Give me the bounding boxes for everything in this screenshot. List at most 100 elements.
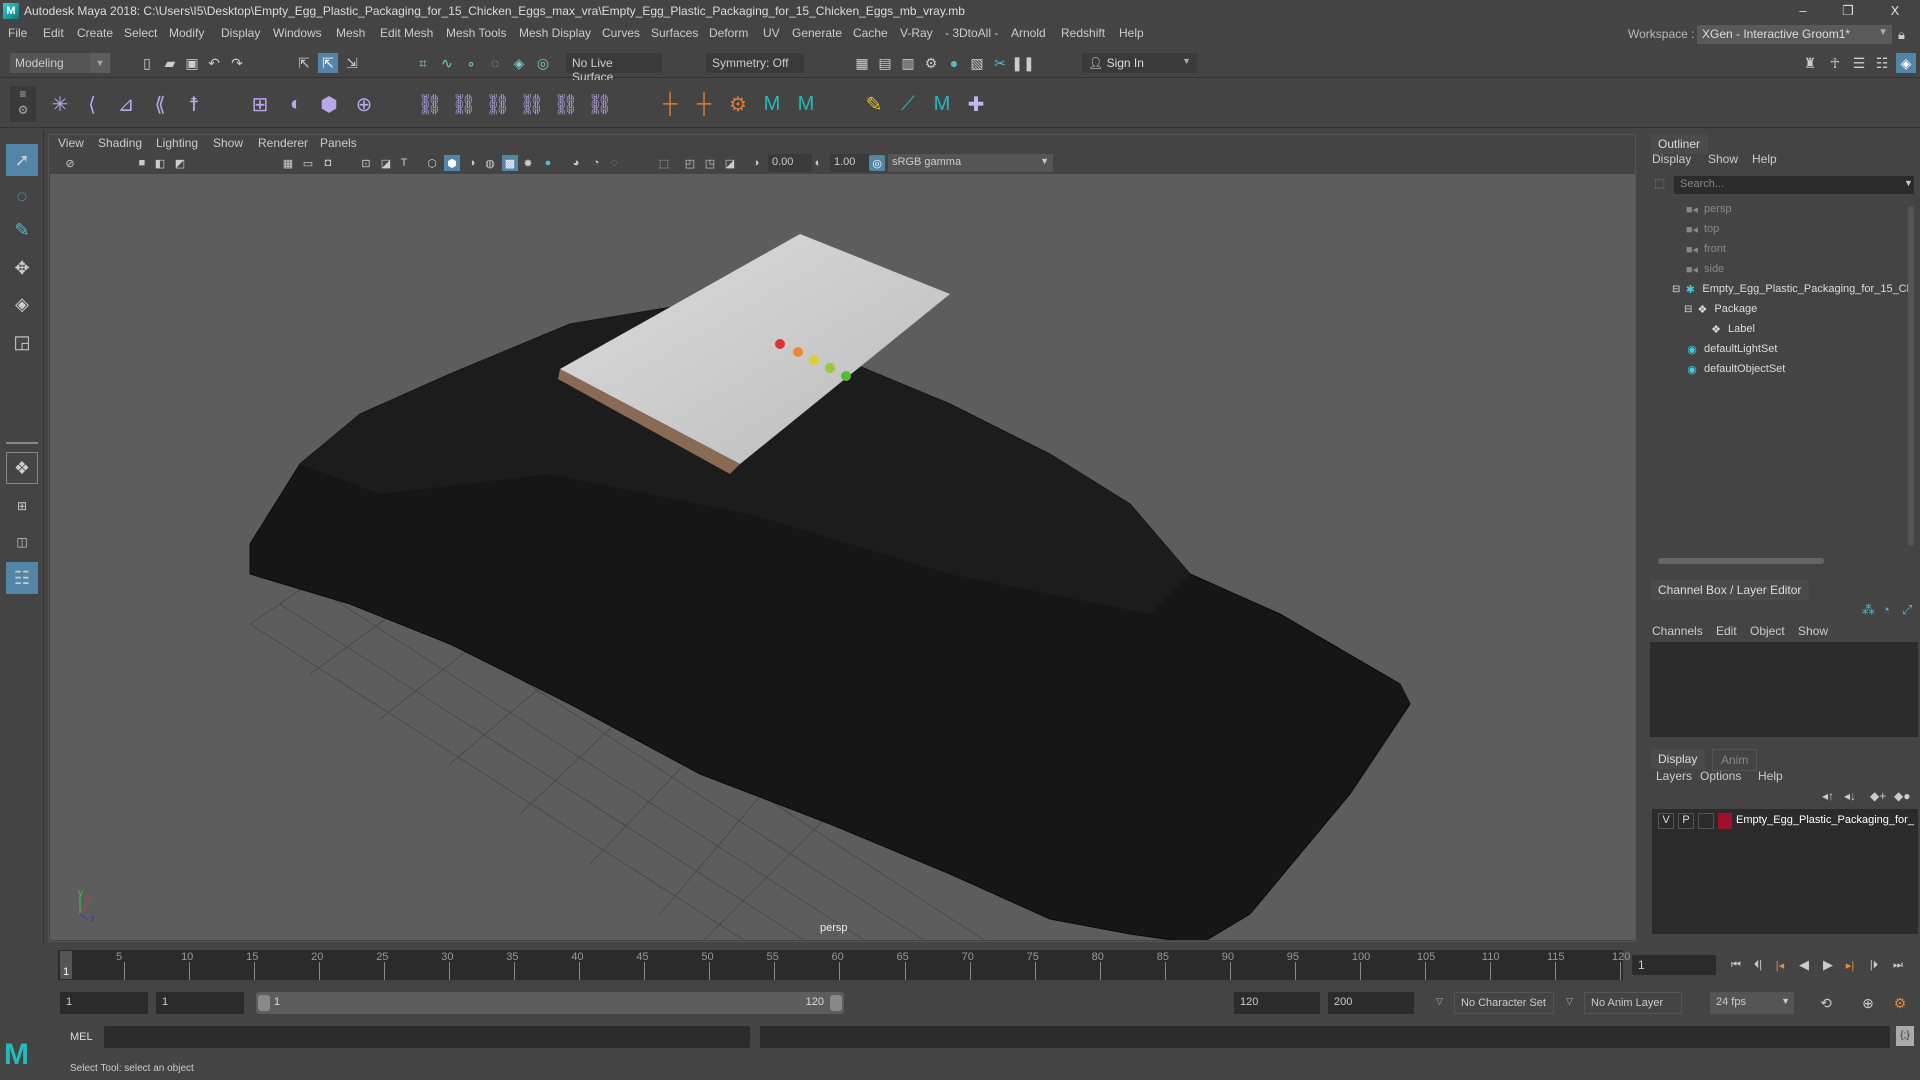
outliner-item-defaultobjectset[interactable]: ◉ defaultObjectSet xyxy=(1684,360,1785,378)
layer-name[interactable]: Empty_Egg_Plastic_Packaging_for_ xyxy=(1736,814,1914,826)
snap-surface-icon[interactable]: ◈ xyxy=(509,53,529,73)
chevron-down-icon[interactable]: ▽ xyxy=(1566,996,1573,1007)
outliner-item-label[interactable]: ❖ Label xyxy=(1708,320,1755,338)
select-hierarchy-icon[interactable]: ⇱ xyxy=(294,53,314,73)
layer-visibility-toggle[interactable]: V xyxy=(1658,813,1674,829)
image-plane-icon[interactable]: ◩ xyxy=(172,155,188,171)
snap-curve-icon[interactable]: ∿ xyxy=(437,53,457,73)
locator-constraint-icon[interactable]: ┼ xyxy=(690,90,718,118)
maya-m-icon[interactable]: M xyxy=(758,90,786,118)
filter-icon[interactable]: ⬚ xyxy=(1654,176,1665,190)
modeling-toolkit-icon[interactable]: ♜ xyxy=(1800,53,1820,73)
snap-live-icon[interactable]: ◎ xyxy=(533,53,553,73)
vp-menu-renderer[interactable]: Renderer xyxy=(258,136,308,150)
render-sequence-icon[interactable]: ▤ xyxy=(875,53,895,73)
vp-menu-lighting[interactable]: Lighting xyxy=(156,136,198,150)
use-all-lights-icon[interactable]: ▩ xyxy=(502,155,518,171)
parent-constraint-icon[interactable]: ⛓ xyxy=(416,90,444,118)
field-chart-icon[interactable]: ⊡ xyxy=(358,155,374,171)
mel-input[interactable] xyxy=(104,1026,750,1048)
menu-surfaces[interactable]: Surfaces xyxy=(651,26,698,40)
scale-tool-icon[interactable]: ◲ xyxy=(6,326,38,358)
aim-constraint-icon[interactable]: ⛓ xyxy=(552,90,580,118)
new-layer-selected-icon[interactable]: ◆● xyxy=(1894,789,1910,803)
outliner-tab[interactable]: Outliner xyxy=(1650,134,1709,154)
sculpt-icon[interactable]: ⟋ xyxy=(894,90,922,118)
character-icon[interactable]: ⚙ xyxy=(724,90,752,118)
shelf-tabs-button[interactable]: ≡ ⚙ xyxy=(10,86,36,122)
pin-icon[interactable]: ✚ xyxy=(962,90,990,118)
outliner-item-front[interactable]: ■◂ front xyxy=(1684,240,1726,258)
lattice-icon[interactable]: ⬢ xyxy=(315,90,343,118)
script-editor-icon[interactable]: {;} xyxy=(1896,1026,1914,1046)
layer-editor-icon[interactable]: ◔ xyxy=(1882,602,1890,617)
snap-grid-icon[interactable]: ⌗ xyxy=(413,53,433,73)
move-tool-icon[interactable]: ✥ xyxy=(6,252,38,284)
menu-create[interactable]: Create xyxy=(77,26,113,40)
current-frame-field[interactable]: 1 xyxy=(1632,955,1716,975)
anti-aliasing-icon[interactable]: ◔ xyxy=(588,155,604,171)
vp-menu-panels[interactable]: Panels xyxy=(320,136,357,150)
scale-constraint-icon[interactable]: ⛓ xyxy=(518,90,546,118)
new-scene-icon[interactable]: ▯ xyxy=(137,53,157,73)
channel-box-icon[interactable]: ◈ xyxy=(1896,53,1916,73)
wireframe-icon[interactable]: ⬡ xyxy=(424,155,440,171)
color-space-dropdown[interactable]: sRGB gamma ▼ xyxy=(888,154,1053,172)
film-gate-icon[interactable]: ▭ xyxy=(300,155,316,171)
animation-start-field[interactable]: 1 xyxy=(60,992,148,1014)
vray-icon[interactable]: ✂ xyxy=(990,53,1010,73)
isolate-select-icon[interactable]: ⬚ xyxy=(656,155,672,171)
menu-uv[interactable]: UV xyxy=(763,26,780,40)
orient-constraint-icon[interactable]: ⛓ xyxy=(484,90,512,118)
outliner-horizontal-scrollbar[interactable] xyxy=(1658,558,1824,564)
menu-mesh-tools[interactable]: Mesh Tools xyxy=(446,26,506,40)
exposure-field[interactable]: 0.00 xyxy=(768,154,812,172)
menu-deform[interactable]: Deform xyxy=(709,26,748,40)
lock-icon[interactable]: 🔒︎ xyxy=(1898,27,1905,43)
character-set-dropdown[interactable]: No Character Set xyxy=(1454,992,1554,1014)
menu-3dtoall[interactable]: - 3DtoAll - xyxy=(945,26,998,40)
vp-menu-view[interactable]: View xyxy=(58,136,84,150)
menu-select[interactable]: Select xyxy=(124,26,157,40)
cluster-icon[interactable]: ⊞ xyxy=(246,90,274,118)
layer-display-type-toggle[interactable] xyxy=(1698,813,1714,829)
select-camera-icon[interactable]: ⊘ xyxy=(62,155,78,171)
menu-cache[interactable]: Cache xyxy=(853,26,888,40)
point-constraint-icon[interactable]: ⛓ xyxy=(450,90,478,118)
rotate-tool-icon[interactable]: ◈ xyxy=(6,288,38,320)
outliner-item-side[interactable]: ■◂ side xyxy=(1684,260,1724,278)
select-component-icon[interactable]: ⇲ xyxy=(342,53,362,73)
xray-icon[interactable]: ◰ xyxy=(682,155,698,171)
shadows-icon[interactable]: ✸ xyxy=(520,155,536,171)
outliner-vertical-scrollbar[interactable] xyxy=(1908,206,1914,546)
cb-menu-show[interactable]: Show xyxy=(1798,624,1828,638)
mel-label[interactable]: MEL xyxy=(70,1031,93,1043)
layer-tab-display[interactable]: Display xyxy=(1650,749,1706,769)
ik-spline-icon[interactable]: ⊿ xyxy=(112,90,140,118)
outliner-menu-show[interactable]: Show xyxy=(1708,152,1738,166)
go-to-end-icon[interactable]: ⏭ xyxy=(1888,955,1908,975)
cb-menu-channels[interactable]: Channels xyxy=(1652,624,1703,638)
menu-edit[interactable]: Edit xyxy=(43,26,64,40)
channel-box-icon[interactable]: ⁂ xyxy=(1862,602,1875,618)
step-back-key-icon[interactable]: ⏴| xyxy=(1748,955,1768,975)
vp-menu-shading[interactable]: Shading xyxy=(98,136,142,150)
live-surface-field[interactable]: No Live Surface xyxy=(566,53,662,84)
menu-modify[interactable]: Modify xyxy=(169,26,204,40)
paint-weights-icon[interactable]: ✎ xyxy=(860,90,888,118)
outliner-layout-icon[interactable]: ☷ xyxy=(6,562,38,594)
resolution-gate-icon[interactable]: ◘ xyxy=(320,155,336,171)
fps-dropdown[interactable]: 24 fps ▼ xyxy=(1710,992,1794,1014)
maya-m2-icon[interactable]: M xyxy=(792,90,820,118)
safe-action-icon[interactable]: ◪ xyxy=(378,155,394,171)
ambient-occlusion-icon[interactable]: ● xyxy=(540,155,556,171)
outliner-item-defaultlightset[interactable]: ◉ defaultLightSet xyxy=(1684,340,1777,358)
menu-help[interactable]: Help xyxy=(1119,26,1144,40)
sign-in-button[interactable]: 👤︎ Sign In ▼ xyxy=(1082,53,1197,73)
step-back-frame-icon[interactable]: |◂ xyxy=(1770,955,1790,975)
minimize-button[interactable]: – xyxy=(1788,2,1818,20)
move-layer-up-icon[interactable]: ◂↑ xyxy=(1822,789,1834,803)
gamma-field[interactable]: 1.00 xyxy=(830,154,874,172)
step-forward-frame-icon[interactable]: ▸| xyxy=(1840,955,1860,975)
xray-components-icon[interactable]: ◪ xyxy=(722,155,738,171)
